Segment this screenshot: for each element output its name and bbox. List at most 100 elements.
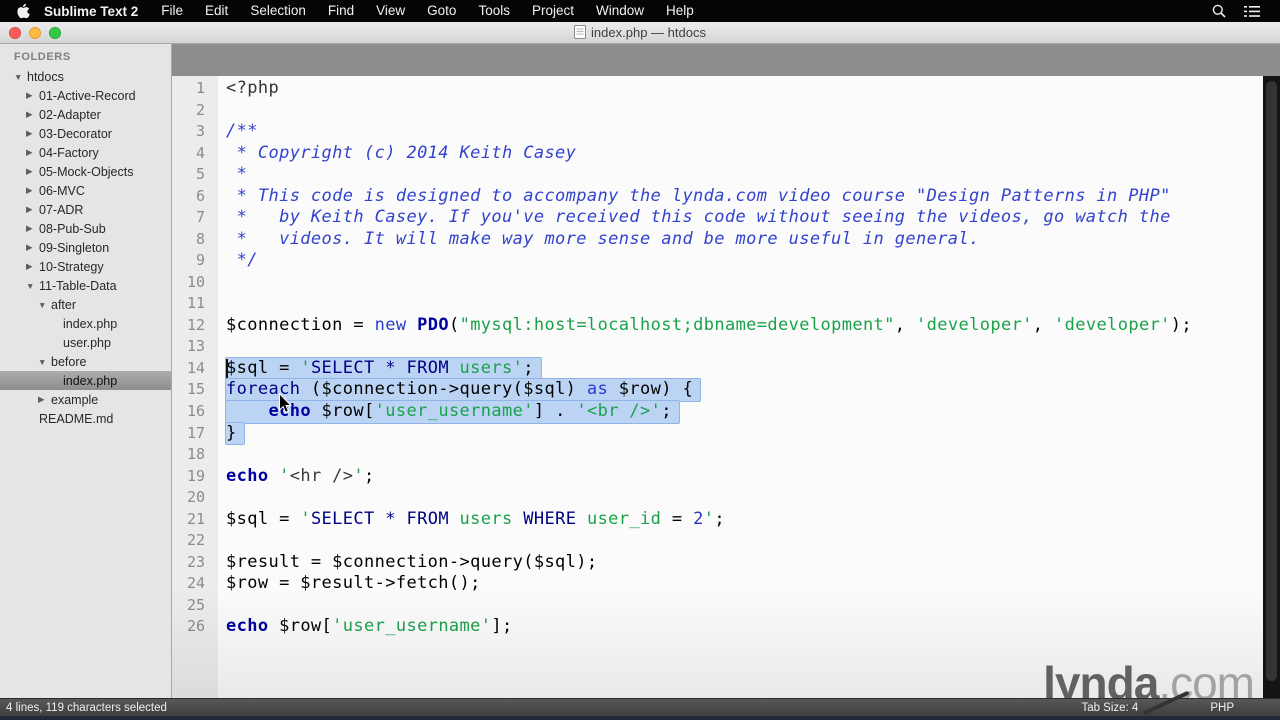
- sidebar-item-05-mock-objects[interactable]: ▶ 05-Mock-Objects: [0, 162, 171, 181]
- sidebar-item-htdocs[interactable]: ▼ htdocs: [0, 67, 171, 86]
- code-line-15[interactable]: 15 foreach ($connection->query($sql) as $…: [172, 378, 1263, 402]
- sidebar-item-index-php[interactable]: index.php: [0, 314, 171, 333]
- sidebar-item-03-decorator[interactable]: ▶ 03-Decorator: [0, 124, 171, 143]
- scrollbar-thumb[interactable]: [1266, 81, 1277, 681]
- code-line-5[interactable]: 5 *: [172, 164, 1263, 186]
- sidebar-item-user-php[interactable]: user.php: [0, 333, 171, 352]
- sidebar-item-07-adr[interactable]: ▶ 07-ADR: [0, 200, 171, 219]
- sidebar-item-index-php[interactable]: index.php: [0, 371, 171, 390]
- menu-bar-right: [1212, 4, 1270, 18]
- menu-item-find[interactable]: Find: [317, 0, 365, 22]
- app-menu-title[interactable]: Sublime Text 2: [36, 4, 150, 19]
- spotlight-search-icon[interactable]: [1212, 4, 1226, 18]
- disclosure-right-icon[interactable]: ▶: [26, 185, 39, 196]
- code-line-14[interactable]: 14 $sql = 'SELECT * FROM users';: [172, 356, 1263, 381]
- code-token: ];: [491, 616, 513, 637]
- sidebar-item-label: 09-Singleton: [39, 240, 110, 255]
- menu-item-help[interactable]: Help: [655, 0, 705, 22]
- code-line-17[interactable]: 17}: [172, 421, 1263, 446]
- sidebar-item-label: 10-Strategy: [39, 259, 104, 274]
- line-content: [218, 530, 226, 552]
- code-line-3[interactable]: 3 /**: [172, 121, 1263, 143]
- code-line-6[interactable]: 6 * This code is designed to accompany t…: [172, 186, 1263, 208]
- disclosure-right-icon[interactable]: ▶: [26, 166, 39, 177]
- code-line-1[interactable]: 1 <?php: [172, 78, 1263, 100]
- sidebar-item-label: 05-Mock-Objects: [39, 164, 134, 179]
- window-title-bar[interactable]: index.php — htdocs: [0, 22, 1280, 44]
- code-line-23[interactable]: 23 $result = $connection->query($sql);: [172, 552, 1263, 574]
- disclosure-right-icon[interactable]: ▶: [26, 223, 39, 234]
- editor-body[interactable]: 1 <?php 2 3/** 4 * Copyright (c) 2014 Keith …: [172, 76, 1280, 698]
- menu-item-view[interactable]: View: [365, 0, 416, 22]
- code-line-19[interactable]: 19 echo '<hr />';: [172, 466, 1263, 488]
- line-number: 24: [186, 574, 205, 593]
- folders-header: FOLDERS: [14, 51, 71, 63]
- code-line-12[interactable]: 12 $connection = new PDO("mysql:host=loca…: [172, 315, 1263, 337]
- sidebar-item-11-table-data[interactable]: ▼ 11-Table-Data: [0, 276, 171, 295]
- disclosure-right-icon[interactable]: ▶: [26, 109, 39, 120]
- code-line-20[interactable]: 20: [172, 487, 1263, 509]
- notification-center-icon[interactable]: [1244, 5, 1260, 18]
- disclosure-down-icon[interactable]: ▼: [38, 300, 51, 310]
- sidebar-item-10-strategy[interactable]: ▶ 10-Strategy: [0, 257, 171, 276]
- sidebar-item-label: htdocs: [27, 69, 64, 84]
- menu-item-goto[interactable]: Goto: [416, 0, 467, 22]
- code-line-24[interactable]: 24 $row = $result->fetch();: [172, 573, 1263, 595]
- menu-item-selection[interactable]: Selection: [239, 0, 317, 22]
- syntax-indicator[interactable]: PHP: [1210, 702, 1234, 714]
- line-number: 17: [186, 423, 205, 442]
- code-line-16[interactable]: 16 echo $row['user_username'] . '<br />'…: [172, 399, 1263, 424]
- selection-highlight: }: [225, 421, 245, 446]
- disclosure-right-icon[interactable]: ▶: [26, 128, 39, 139]
- code-line-21[interactable]: 21 $sql = 'SELECT * FROM users WHERE user…: [172, 509, 1263, 531]
- code-token: ': [300, 508, 311, 529]
- code-line-9[interactable]: 9 */: [172, 250, 1263, 272]
- menu-item-file[interactable]: File: [150, 0, 194, 22]
- sidebar-item-02-adapter[interactable]: ▶ 02-Adapter: [0, 105, 171, 124]
- disclosure-right-icon[interactable]: ▶: [26, 204, 39, 215]
- sidebar-item-before[interactable]: ▼ before: [0, 352, 171, 371]
- sidebar-item-example[interactable]: ▶ example: [0, 390, 171, 409]
- menu-item-project[interactable]: Project: [521, 0, 585, 22]
- code-line-25[interactable]: 25: [172, 595, 1263, 617]
- tab-size-indicator[interactable]: Tab Size: 4: [1081, 702, 1138, 714]
- menu-item-tools[interactable]: Tools: [467, 0, 521, 22]
- folder-tree: ▼ htdocs ▶ 01-Active-Record ▶ 02-Adapter ▶ 03-D…: [0, 67, 171, 428]
- apple-menu[interactable]: [10, 0, 36, 22]
- editor-pane[interactable]: 1 <?php 2 3/** 4 * Copyright (c) 2014 Keith …: [172, 44, 1280, 698]
- line-content: foreach ($connection->query($sql) as $ro…: [218, 378, 702, 402]
- code-line-7[interactable]: 7 * by Keith Casey. If you've received t…: [172, 207, 1263, 229]
- menu-item-window[interactable]: Window: [585, 0, 655, 22]
- menu-item-edit[interactable]: Edit: [194, 0, 239, 22]
- code-token: ;: [364, 465, 375, 486]
- sidebar-item-after[interactable]: ▼ after: [0, 295, 171, 314]
- disclosure-right-icon[interactable]: ▶: [38, 394, 51, 405]
- code-line-8[interactable]: 8 * videos. It will make way more sense …: [172, 229, 1263, 251]
- disclosure-right-icon[interactable]: ▶: [26, 147, 39, 158]
- disclosure-down-icon[interactable]: ▼: [14, 72, 27, 82]
- code-line-13[interactable]: 13: [172, 336, 1263, 358]
- sidebar-item-08-pub-sub[interactable]: ▶ 08-Pub-Sub: [0, 219, 171, 238]
- sidebar[interactable]: FOLDERS ▼ htdocs ▶ 01-Active-Record ▶ 02-Adap…: [0, 44, 172, 698]
- disclosure-right-icon[interactable]: ▶: [26, 261, 39, 272]
- sidebar-item-09-singleton[interactable]: ▶ 09-Singleton: [0, 238, 171, 257]
- disclosure-right-icon[interactable]: ▶: [26, 90, 39, 101]
- sidebar-item-04-factory[interactable]: ▶ 04-Factory: [0, 143, 171, 162]
- sidebar-item-readme-md[interactable]: README.md: [0, 409, 171, 428]
- code-line-2[interactable]: 2: [172, 100, 1263, 122]
- sidebar-item-01-active-record[interactable]: ▶ 01-Active-Record: [0, 86, 171, 105]
- line-content: */: [218, 250, 258, 272]
- disclosure-down-icon[interactable]: ▼: [26, 281, 39, 291]
- code-line-22[interactable]: 22: [172, 530, 1263, 552]
- code-line-10[interactable]: 10: [172, 272, 1263, 294]
- code-line-26[interactable]: 26 echo $row['user_username'];: [172, 616, 1263, 638]
- code-lines[interactable]: 1 <?php 2 3/** 4 * Copyright (c) 2014 Keith …: [172, 78, 1263, 638]
- code-line-11[interactable]: 11: [172, 293, 1263, 315]
- code-line-18[interactable]: 18: [172, 444, 1263, 466]
- main-area: FOLDERS ▼ htdocs ▶ 01-Active-Record ▶ 02-Adap…: [0, 44, 1280, 698]
- disclosure-down-icon[interactable]: ▼: [38, 357, 51, 367]
- code-line-4[interactable]: 4 * Copyright (c) 2014 Keith Casey: [172, 143, 1263, 165]
- sidebar-item-06-mvc[interactable]: ▶ 06-MVC: [0, 181, 171, 200]
- disclosure-right-icon[interactable]: ▶: [26, 242, 39, 253]
- scrollbar[interactable]: [1263, 76, 1280, 698]
